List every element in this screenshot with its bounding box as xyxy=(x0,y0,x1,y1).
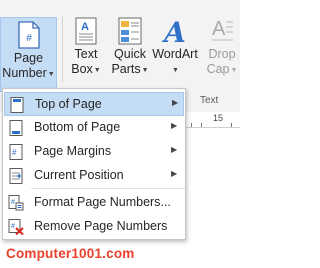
chevron-down-icon: ▼ xyxy=(141,67,149,74)
chevron-down-icon: ▼ xyxy=(172,67,179,74)
menu-separator xyxy=(31,188,185,189)
chevron-right-icon: ▶ xyxy=(171,121,178,130)
svg-text:#: # xyxy=(12,148,17,157)
horizontal-ruler[interactable]: 15 xyxy=(185,112,240,128)
menu-item-label: Format Page Numbers... xyxy=(34,195,171,209)
format-page-numbers-icon: # xyxy=(8,195,24,211)
menu-item-page-margins[interactable]: # Page Margins ▶ xyxy=(4,140,184,164)
ruler-tick xyxy=(201,123,202,127)
current-position-icon xyxy=(9,168,23,184)
quick-parts-label-line2: Parts▼ xyxy=(111,62,149,76)
ribbon-group-label-text: Text xyxy=(200,95,219,106)
site-watermark: Computer1001.com xyxy=(6,246,135,261)
page-number-icon: # xyxy=(17,21,40,49)
chevron-down-icon: ▼ xyxy=(47,71,55,78)
menu-item-label: Top of Page xyxy=(35,97,102,111)
chevron-down-icon: ▼ xyxy=(230,67,238,74)
menu-item-label: Remove Page Numbers xyxy=(34,219,168,233)
chevron-right-icon: ▶ xyxy=(171,169,178,178)
menu-item-top-of-page[interactable]: Top of Page ▶ xyxy=(4,92,184,116)
menu-item-current-position[interactable]: Current Position ▶ xyxy=(4,164,184,188)
page-top-icon xyxy=(10,97,24,113)
ruler-tick xyxy=(191,123,192,127)
svg-text:#: # xyxy=(11,223,15,230)
text-box-button[interactable]: A Text Box▼ xyxy=(66,17,106,78)
wordart-label: WordArt xyxy=(152,47,198,61)
ruler-number: 15 xyxy=(213,113,224,123)
svg-text:#: # xyxy=(26,33,32,44)
wordart-button[interactable]: A WordArt ▼ xyxy=(152,17,198,78)
wordart-icon: A xyxy=(162,17,186,45)
text-box-label-line1: Text xyxy=(74,47,98,61)
drop-cap-label-line1: Drop xyxy=(208,47,236,61)
chevron-right-icon: ▶ xyxy=(172,98,179,107)
menu-item-bottom-of-page[interactable]: Bottom of Page ▶ xyxy=(4,116,184,140)
page-number-button[interactable]: # Page Number▼ xyxy=(0,17,57,92)
svg-text:A: A xyxy=(162,17,186,45)
text-box-label-line2: Box▼ xyxy=(71,62,101,76)
page-margins-icon: # xyxy=(9,144,23,160)
svg-text:A: A xyxy=(212,18,226,40)
wordart-caret: ▼ xyxy=(152,62,198,78)
page-number-label-line1: Page xyxy=(13,51,44,65)
svg-text:#: # xyxy=(11,199,15,206)
menu-item-label: Bottom of Page xyxy=(34,120,121,134)
svg-text:A: A xyxy=(81,21,89,33)
drop-cap-button[interactable]: A Drop Cap▼ xyxy=(202,17,242,78)
remove-page-numbers-icon: # xyxy=(8,219,24,235)
quick-parts-button[interactable]: Quick Parts▼ xyxy=(109,17,151,78)
page-number-menu: Top of Page ▶ Bottom of Page ▶ # Page Ma… xyxy=(2,88,186,240)
menu-item-remove-page-numbers[interactable]: # Remove Page Numbers xyxy=(4,215,184,239)
menu-item-label: Current Position xyxy=(34,168,124,182)
ruler-tick xyxy=(231,123,232,127)
chevron-right-icon: ▶ xyxy=(171,145,178,154)
quick-parts-icon xyxy=(118,17,142,45)
drop-cap-icon: A xyxy=(212,18,233,41)
text-box-icon: A xyxy=(75,17,97,45)
quick-parts-label-line1: Quick xyxy=(114,47,146,61)
chevron-down-icon: ▼ xyxy=(93,67,101,74)
page-number-label-line2: Number▼ xyxy=(2,66,55,80)
page-bottom-icon xyxy=(9,120,23,136)
menu-item-format-page-numbers[interactable]: # Format Page Numbers... xyxy=(4,191,184,215)
ribbon-divider xyxy=(62,16,63,82)
menu-item-label: Page Margins xyxy=(34,144,112,158)
drop-cap-label-line2: Cap▼ xyxy=(206,62,238,76)
